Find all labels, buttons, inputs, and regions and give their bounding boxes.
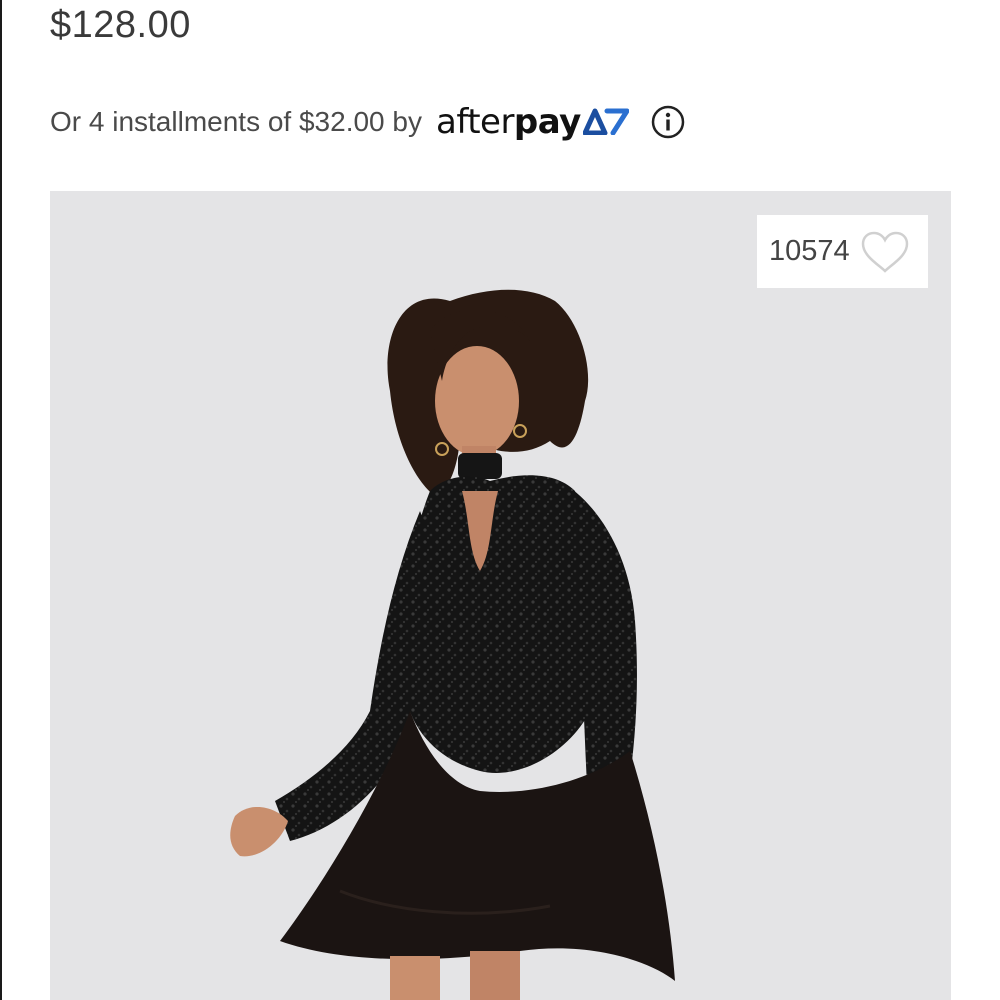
afterpay-logo[interactable]: after pay [436,102,629,142]
afterpay-installments-row: Or 4 installments of $32.00 by after pay [50,98,685,146]
info-circle-icon[interactable] [651,105,685,139]
favorite-button[interactable]: 10574 [757,215,928,288]
product-price: $128.00 [50,4,191,46]
afterpay-arrows-icon [582,108,629,135]
model-photo [230,289,675,1000]
afterpay-logo-pay: pay [513,102,581,142]
installments-text: Or 4 installments of $32.00 by [50,106,422,137]
product-image[interactable]: 10574 [50,191,951,1000]
likes-count: 10574 [769,235,850,267]
product-page: $128.00 Or 4 installments of $32.00 by a… [0,0,1000,1000]
heart-outline-icon [861,231,908,273]
left-border [0,0,2,1000]
afterpay-logo-after: after [435,102,514,142]
